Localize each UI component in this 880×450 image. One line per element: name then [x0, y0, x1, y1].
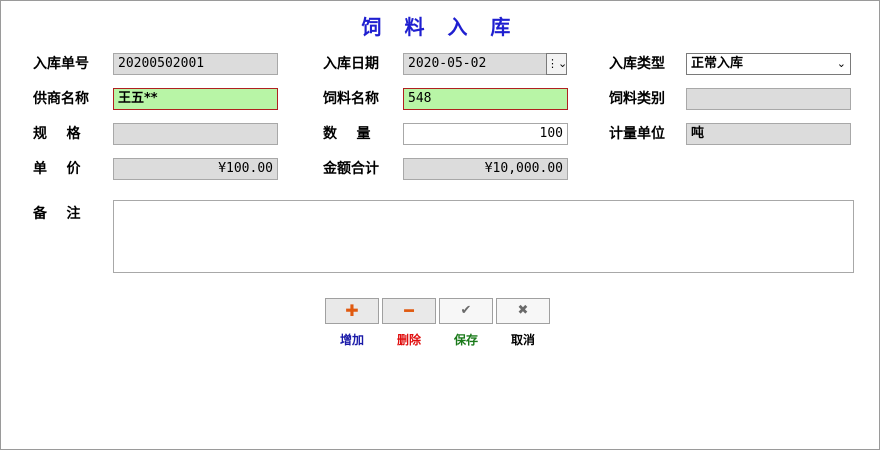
- save-button-label[interactable]: 保存: [439, 331, 493, 348]
- receipt-date-label: 入库日期: [323, 56, 379, 72]
- receipt-type-value: 正常入库: [691, 56, 744, 71]
- plus-icon: ✚: [345, 301, 359, 320]
- cancel-button[interactable]: ✖: [496, 298, 550, 324]
- remark-label-text: 备 注: [33, 206, 81, 222]
- feed-category-field[interactable]: [686, 88, 851, 110]
- feed-name-field[interactable]: 548: [403, 88, 568, 110]
- supplier-field[interactable]: 王五**: [113, 88, 278, 110]
- feed-category-label: 饲料类别: [609, 91, 665, 107]
- feed-receipt-form: 饲 料 入 库 入库单号 20200502001 入库日期 2020-05-02…: [0, 0, 880, 450]
- quantity-field[interactable]: 100: [403, 123, 568, 145]
- amount-label: 金额合计: [323, 161, 379, 177]
- receipt-date-field[interactable]: 2020-05-02: [403, 53, 547, 75]
- add-button[interactable]: ✚: [325, 298, 379, 324]
- price-field[interactable]: ¥100.00: [113, 158, 278, 180]
- price-label: 单 价: [33, 158, 81, 180]
- date-dropdown-button[interactable]: ⋮⌄: [546, 53, 567, 75]
- x-icon: ✖: [517, 303, 529, 318]
- chevron-down-icon: ⌄: [836, 57, 846, 70]
- check-icon: ✔: [460, 303, 472, 318]
- minus-icon: ━: [404, 301, 414, 320]
- receipt-no-label: 入库单号: [33, 56, 89, 72]
- feed-name-label: 饲料名称: [323, 91, 379, 107]
- chevron-down-icon: ⋮⌄: [547, 57, 568, 70]
- receipt-no-field[interactable]: 20200502001: [113, 53, 278, 75]
- add-button-label[interactable]: 增加: [325, 331, 379, 348]
- delete-button[interactable]: ━: [382, 298, 436, 324]
- receipt-type-select[interactable]: 正常入库 ⌄: [686, 53, 851, 75]
- amount-field[interactable]: ¥10,000.00: [403, 158, 568, 180]
- remark-label: 备 注: [33, 203, 81, 225]
- delete-button-label[interactable]: 删除: [382, 331, 436, 348]
- unit-label: 计量单位: [609, 126, 665, 142]
- quantity-label: 数 量: [323, 123, 371, 145]
- page-title: 饲 料 入 库: [361, 15, 519, 39]
- spec-label-text: 规 格: [33, 126, 81, 142]
- receipt-type-label: 入库类型: [609, 56, 665, 72]
- remark-textarea[interactable]: [113, 200, 854, 273]
- unit-field[interactable]: 吨: [686, 123, 851, 145]
- quantity-label-text: 数 量: [323, 126, 371, 142]
- price-label-text: 单 价: [33, 161, 81, 177]
- supplier-label: 供商名称: [33, 91, 89, 107]
- spec-label: 规 格: [33, 123, 81, 145]
- save-button[interactable]: ✔: [439, 298, 493, 324]
- cancel-button-label[interactable]: 取消: [496, 331, 550, 348]
- spec-field[interactable]: [113, 123, 278, 145]
